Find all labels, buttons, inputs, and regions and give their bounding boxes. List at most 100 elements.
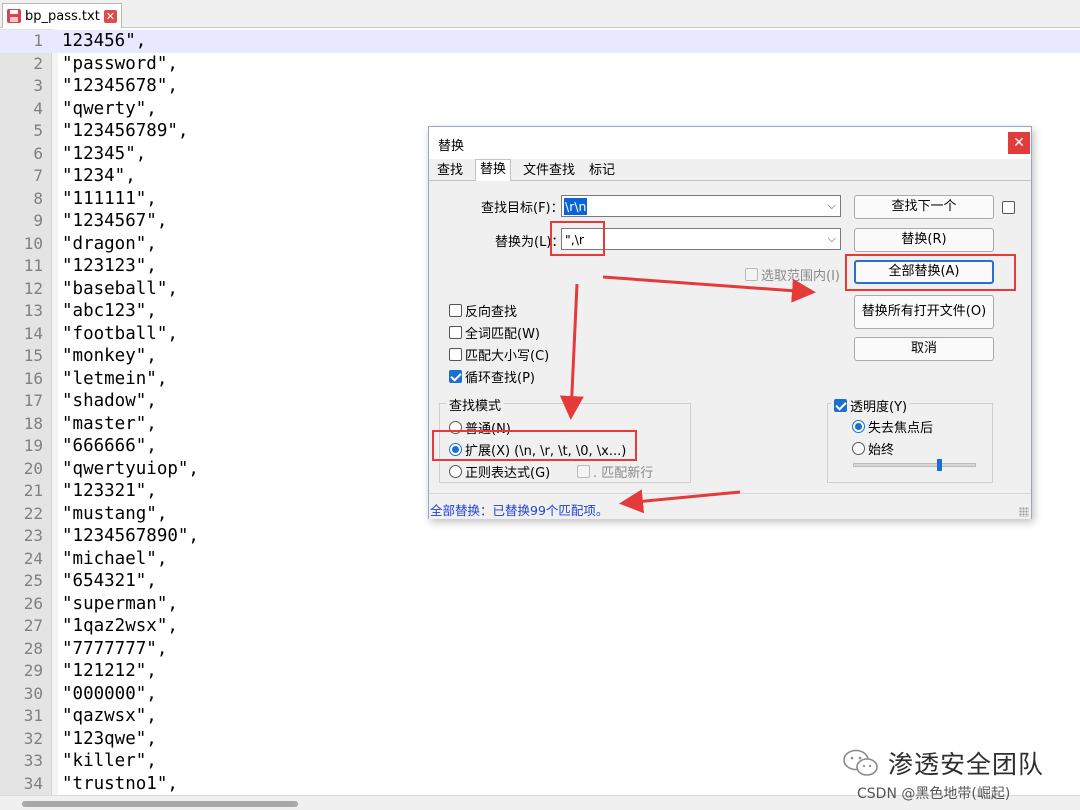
line-text: "killer", xyxy=(62,751,157,771)
in-selection-box[interactable] xyxy=(745,268,758,281)
dialog-title: 替换 xyxy=(438,139,465,154)
tab-mark[interactable]: 标记 xyxy=(585,161,619,181)
line-number: 14 xyxy=(23,323,43,343)
line-number: 34 xyxy=(23,773,43,793)
tab-find[interactable]: 查找 xyxy=(433,161,467,181)
line-text: "abc123", xyxy=(62,301,157,321)
line-number: 17 xyxy=(23,391,43,410)
transparency-always-radio[interactable]: 始终 xyxy=(852,439,894,458)
lose-focus-dot[interactable] xyxy=(852,420,865,433)
scrollbar-thumb[interactable] xyxy=(22,801,298,807)
find-next-button[interactable]: 查找下一个 xyxy=(854,195,994,219)
editor-line[interactable]: 28 "7777777", xyxy=(0,638,1080,661)
editor-line[interactable]: 4 "qwerty", xyxy=(0,98,1080,121)
dialog-tabs: 查找 替换 文件查找 标记 xyxy=(429,159,1031,182)
editor-line[interactable]: 29 "121212", xyxy=(0,660,1080,683)
editor-line[interactable]: 3 "12345678", xyxy=(0,75,1080,98)
editor-line[interactable]: 27 "1qaz2wsx", xyxy=(0,615,1080,638)
line-number: 9 xyxy=(33,211,43,230)
transparency-checkbox[interactable]: 透明度(Y) xyxy=(831,396,911,415)
line-text: "password", xyxy=(62,53,178,74)
editor-line[interactable]: 30 "000000", xyxy=(0,683,1080,706)
cancel-button[interactable]: 取消 xyxy=(854,337,994,361)
line-text: "121212", xyxy=(62,661,157,681)
dot-newline-box[interactable] xyxy=(577,465,590,478)
watermark-main-text: 渗透安全团队 xyxy=(888,750,1045,779)
option-wrap-around[interactable]: 循环查找(P) xyxy=(449,367,535,386)
line-number: 16 xyxy=(23,368,43,388)
line-text: "football", xyxy=(62,323,178,344)
line-number: 13 xyxy=(23,301,43,320)
line-text: "monkey", xyxy=(62,346,157,366)
line-number: 28 xyxy=(23,638,43,658)
always-label: 始终 xyxy=(868,443,895,458)
line-number: 4 xyxy=(33,98,43,118)
editor-line[interactable]: 26 "superman", xyxy=(0,593,1080,616)
find-label: 查找目标(F)： xyxy=(481,201,564,216)
line-number: 10 xyxy=(23,233,43,253)
line-number: 3 xyxy=(33,76,43,95)
dialog-close-button[interactable]: ✕ xyxy=(1008,132,1030,154)
mode-regex-dot[interactable] xyxy=(449,465,462,478)
resize-grip-icon[interactable] xyxy=(1019,507,1029,517)
editor-line[interactable]: 25 "654321", xyxy=(0,570,1080,593)
mode-regex-radio[interactable]: 正则表达式(G) xyxy=(449,462,550,481)
line-text: "qwertyuiop", xyxy=(62,458,199,479)
option-whole-word-box[interactable] xyxy=(449,326,462,339)
line-text: "qwerty", xyxy=(62,98,157,119)
line-text: "baseball", xyxy=(62,278,178,299)
line-number: 11 xyxy=(23,256,43,275)
highlight-replace-value xyxy=(550,221,605,256)
option-wrap-around-box[interactable] xyxy=(449,370,462,383)
dialog-status-bar: 全部替换：已替换99个匹配项。 xyxy=(429,493,1031,519)
line-number: 19 xyxy=(23,436,43,455)
line-text: 123456", xyxy=(62,31,147,51)
line-text: "superman", xyxy=(62,593,178,614)
line-text: "666666", xyxy=(62,436,157,456)
option-match-case[interactable]: 匹配大小写(C) xyxy=(449,345,549,364)
editor-line[interactable]: 1 123456", xyxy=(0,30,1080,53)
find-input[interactable]: \r\n ⌵ xyxy=(561,195,841,217)
replace-button[interactable]: 替换(R) xyxy=(854,228,994,252)
editor-line[interactable]: 24 "michael", xyxy=(0,548,1080,571)
chevron-down-icon[interactable]: ⌵ xyxy=(828,232,836,246)
option-match-case-label: 匹配大小写(C) xyxy=(465,349,550,364)
line-number: 22 xyxy=(23,503,43,523)
in-selection-checkbox[interactable]: 选取范围内(I) xyxy=(745,265,840,284)
line-text: "1234", xyxy=(62,166,136,186)
line-text: "123321", xyxy=(62,481,157,501)
option-backward[interactable]: 反向查找 xyxy=(449,301,517,320)
always-dot[interactable] xyxy=(852,442,865,455)
transparency-slider-thumb[interactable] xyxy=(937,459,942,471)
editor-line[interactable]: 23 "1234567890", xyxy=(0,525,1080,548)
transparency-slider[interactable] xyxy=(853,459,976,471)
line-number: 21 xyxy=(23,481,43,500)
dot-newline-checkbox[interactable]: . 匹配新行 xyxy=(577,462,653,481)
line-text: "qazwsx", xyxy=(62,706,157,726)
line-number: 31 xyxy=(23,706,43,725)
line-text: "letmein", xyxy=(62,368,168,389)
line-text: "000000", xyxy=(62,683,157,704)
line-number: 26 xyxy=(23,593,43,613)
tab-bar: bp_pass.txt ✕ xyxy=(0,0,1080,28)
transparency-lose-focus-radio[interactable]: 失去焦点后 xyxy=(852,417,933,436)
option-backward-box[interactable] xyxy=(449,304,462,317)
tab-find-in-files[interactable]: 文件查找 xyxy=(519,161,579,181)
replace-all-open-files-button[interactable]: 替换所有打开文件(O) xyxy=(854,295,994,329)
wechat-icon xyxy=(843,749,878,776)
dialog-titlebar: 替换 ✕ xyxy=(429,127,1031,159)
option-match-case-box[interactable] xyxy=(449,348,462,361)
line-text: "12345678", xyxy=(62,76,178,96)
option-backward-label: 反向查找 xyxy=(465,305,518,320)
file-tab[interactable]: bp_pass.txt ✕ xyxy=(2,3,122,28)
editor-line[interactable]: 2 "password", xyxy=(0,53,1080,76)
line-number: 23 xyxy=(23,526,43,545)
find-next-option-checkbox[interactable] xyxy=(1002,201,1015,214)
chevron-down-icon[interactable]: ⌵ xyxy=(828,199,836,213)
line-number: 2 xyxy=(33,53,43,73)
tab-replace[interactable]: 替换 xyxy=(475,159,512,182)
close-icon[interactable]: ✕ xyxy=(103,9,117,23)
option-whole-word[interactable]: 全词匹配(W) xyxy=(449,323,540,342)
editor-line[interactable]: 31 "qazwsx", xyxy=(0,705,1080,728)
transparency-box[interactable] xyxy=(834,399,847,412)
